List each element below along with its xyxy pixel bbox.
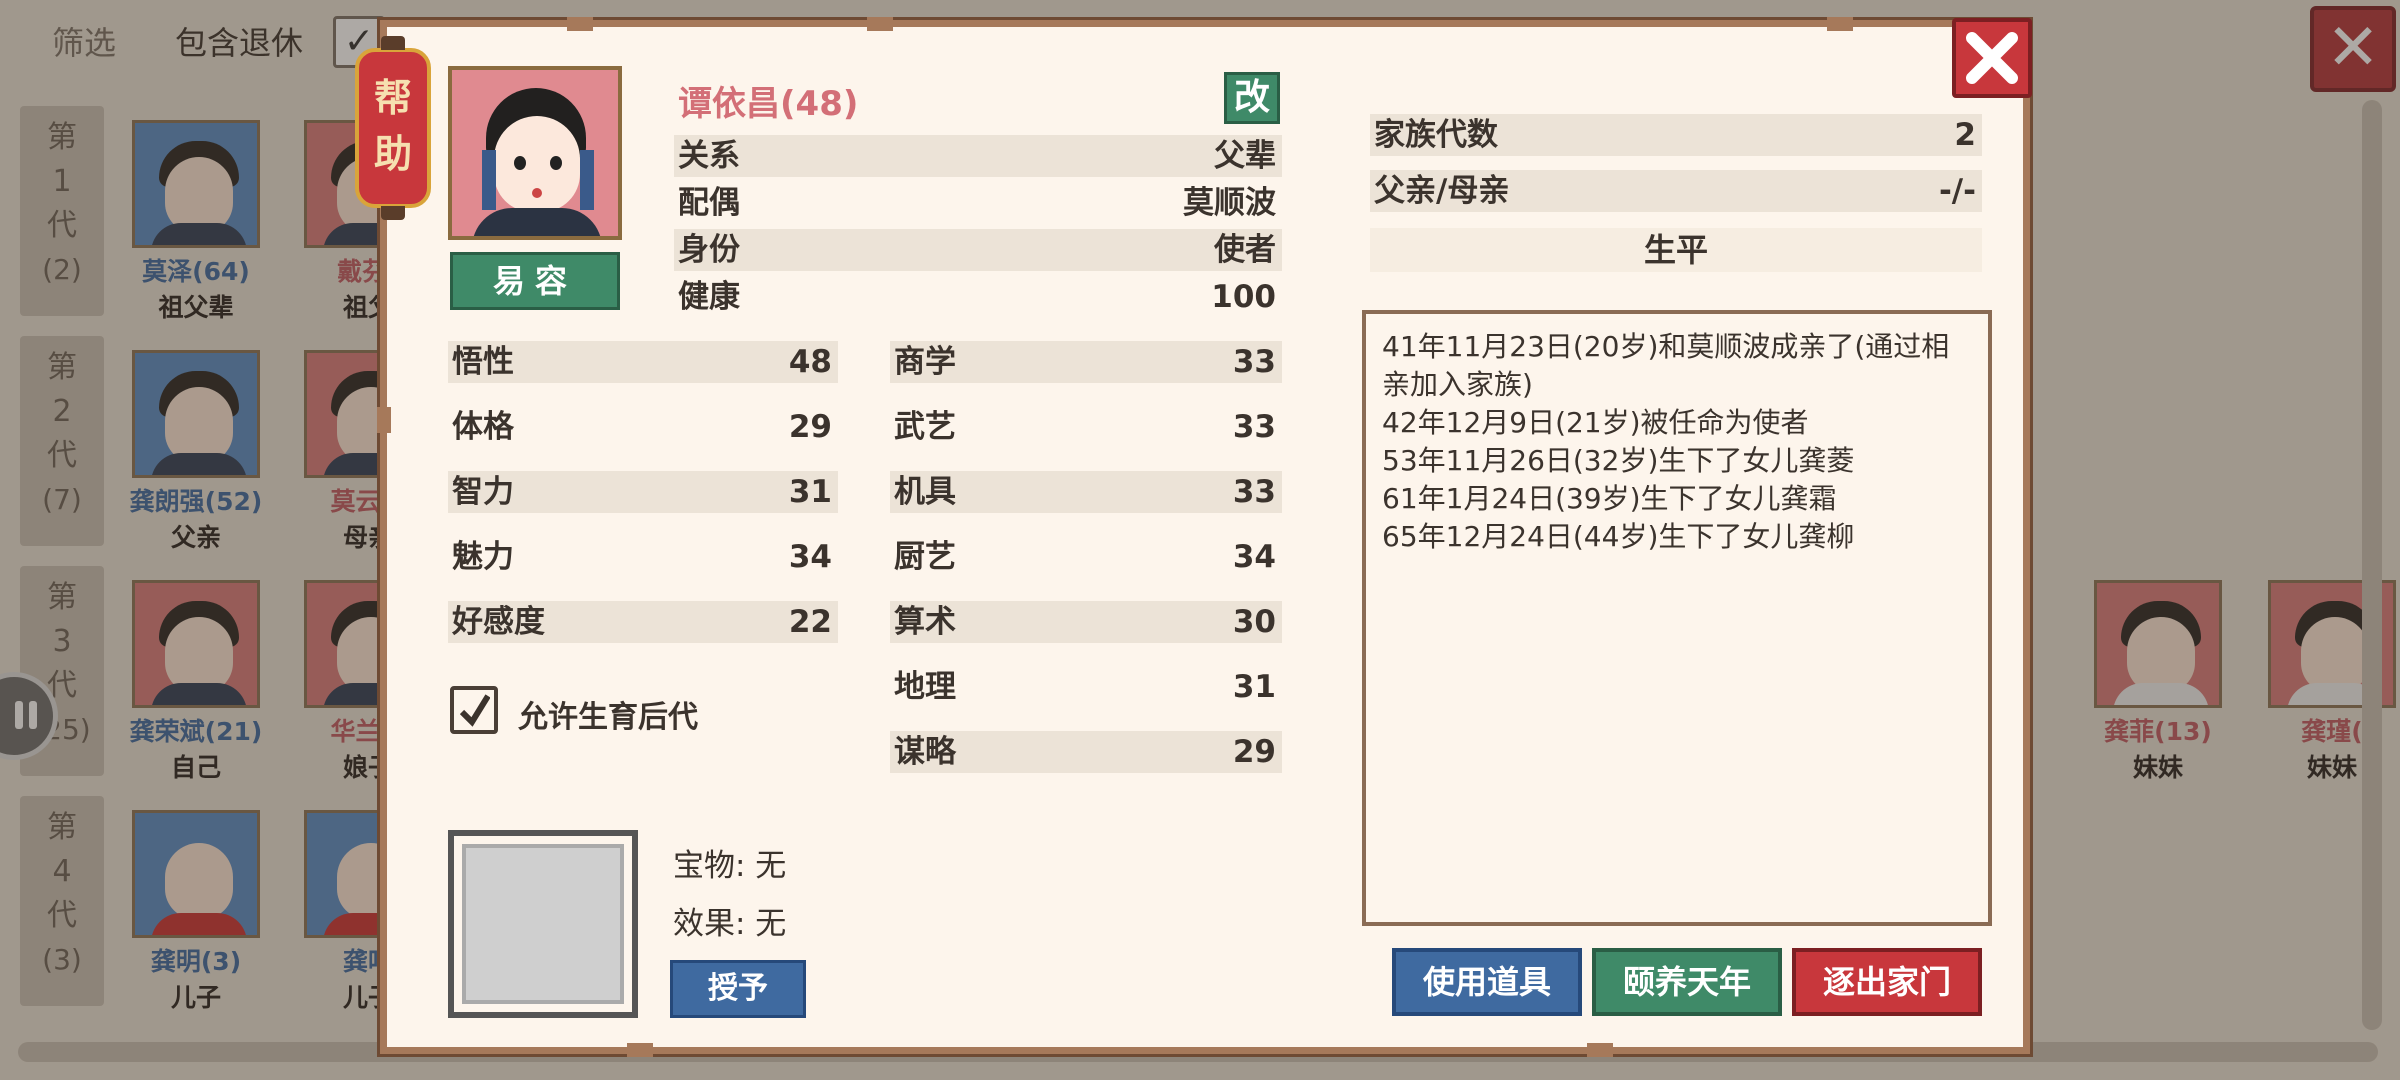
stat-row: 算术 30 [890,601,1282,643]
stat-value: 33 [1232,344,1276,380]
life-history-log[interactable]: 41年11月23日(20岁)和莫顺波成亲了(通过相亲加入家族) 42年12月9日… [1362,310,1992,926]
disguise-button[interactable]: 易容 [450,252,620,310]
close-icon [1966,32,2018,84]
stat-row: 魅力 34 [448,536,838,578]
stat-label: 悟性 [452,344,514,380]
stat-value: 34 [1232,539,1276,575]
close-button[interactable] [1952,18,2032,98]
help-label: 帮 助 [373,76,412,176]
stat-value: 22 [788,604,832,640]
info-value: -/- [1938,173,1976,209]
stat-value: 34 [788,539,832,575]
life-event: 53年11月26日(32岁)生下了女儿龚菱 [1382,444,1855,477]
checkmark-icon [460,694,490,727]
stat-label: 厨艺 [894,539,956,575]
stat-row: 厨艺 34 [890,536,1282,578]
life-history-title: 生平 [1370,228,1982,272]
stat-value: 48 [788,344,832,380]
expel-button[interactable]: 逐出家门 [1792,948,1982,1016]
stat-value: 30 [1232,604,1276,640]
allow-offspring-checkbox[interactable] [450,686,498,734]
stat-label: 谋略 [894,734,956,770]
stat-label: 商学 [894,344,956,380]
use-item-button[interactable]: 使用道具 [1392,948,1582,1016]
retire-button[interactable]: 颐养天年 [1592,948,1782,1016]
info-label: 配偶 [678,185,740,221]
info-row-relation: 关系 父辈 [674,135,1282,177]
info-label: 父亲/母亲 [1374,173,1510,209]
info-label: 身份 [678,232,740,268]
info-value: 使者 [1214,232,1276,268]
life-event: 65年12月24日(44岁)生下了女儿龚柳 [1382,520,1855,553]
give-button[interactable]: 授予 [670,960,806,1018]
stat-row: 体格 29 [448,406,838,448]
info-row-health: 健康 100 [674,276,1282,318]
info-value: 父辈 [1214,138,1276,174]
stat-value: 31 [1232,669,1276,705]
effect-text: 效果: 无 [673,906,787,942]
stat-label: 武艺 [894,409,956,445]
stat-label: 算术 [894,604,956,640]
character-name: 谭依昌(48) [678,84,859,124]
stat-label: 魅力 [452,539,514,575]
info-label: 健康 [678,279,740,315]
stat-row: 悟性 48 [448,341,838,383]
stat-row: 商学 33 [890,341,1282,383]
stat-row: 机具 33 [890,471,1282,513]
stat-label: 好感度 [452,604,545,640]
stat-row: 好感度 22 [448,601,838,643]
stat-value: 33 [1232,409,1276,445]
stat-value: 33 [1232,474,1276,510]
treasure-text: 宝物: 无 [673,848,787,884]
life-event: 61年1月24日(39岁)生下了女儿龚霜 [1382,482,1837,515]
info-value: 莫顺波 [1183,185,1276,221]
stat-value: 31 [788,474,832,510]
info-row-identity: 身份 使者 [674,229,1282,271]
stat-row: 地理 31 [890,666,1282,708]
family-generation-row: 家族代数 2 [1370,114,1982,156]
character-portrait [448,66,622,240]
info-row-spouse: 配偶 莫顺波 [674,182,1282,224]
info-value: 2 [1954,117,1976,153]
info-value: 100 [1211,279,1276,315]
stat-label: 体格 [452,409,514,445]
info-label: 家族代数 [1374,117,1498,153]
life-event: 42年12月9日(21岁)被任命为使者 [1382,406,1809,439]
stat-row: 武艺 33 [890,406,1282,448]
rename-button[interactable]: 改 [1224,72,1280,124]
life-event: 41年11月23日(20岁)和莫顺波成亲了(通过相亲加入家族) [1382,330,1950,401]
stat-row: 谋略 29 [890,731,1282,773]
parents-row: 父亲/母亲 -/- [1370,170,1982,212]
stat-row: 智力 31 [448,471,838,513]
stat-label: 机具 [894,474,956,510]
stat-label: 智力 [452,474,514,510]
allow-offspring-label: 允许生育后代 [518,700,698,735]
info-label: 关系 [678,138,740,174]
stat-label: 地理 [894,669,956,705]
stat-value: 29 [1232,734,1276,770]
treasure-slot[interactable] [448,830,638,1018]
stat-value: 29 [788,409,832,445]
help-button[interactable]: 帮 助 [355,36,431,220]
